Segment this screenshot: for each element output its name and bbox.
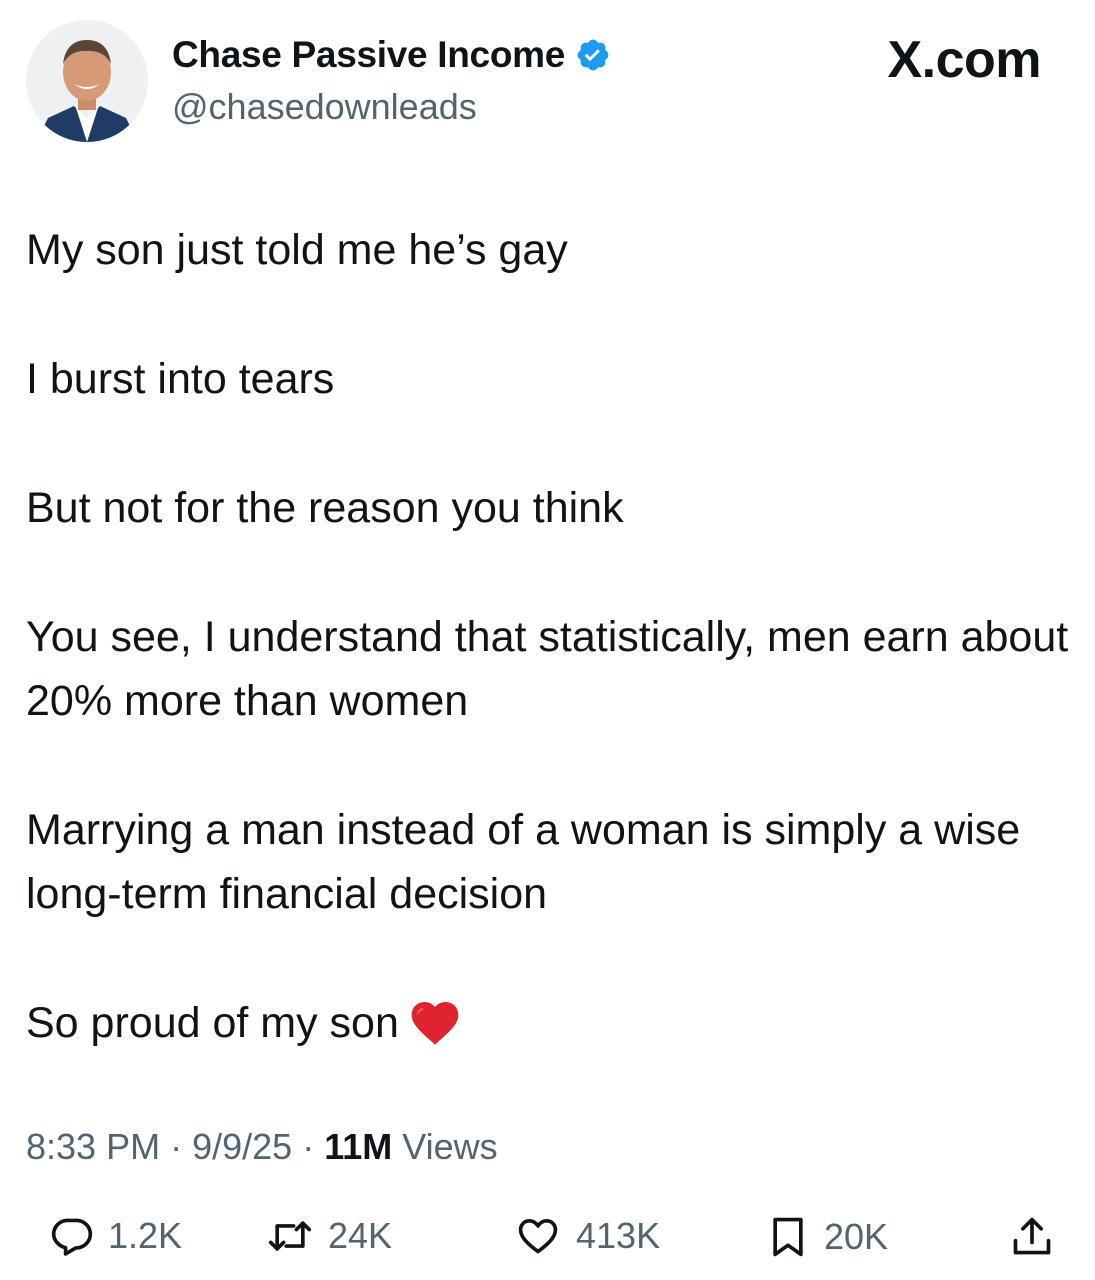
avatar[interactable] [26, 20, 148, 142]
tweet-paragraph: So proud of my son [26, 999, 399, 1047]
bookmark-button[interactable]: 20K [766, 1214, 888, 1260]
like-icon [514, 1214, 576, 1258]
tweet-meta: 8:33 PM · 9/9/25 · 11M Views [26, 1126, 498, 1168]
tweet-time[interactable]: 8:33 PM [26, 1126, 160, 1167]
tweet-paragraph: But not for the reason you think [26, 484, 624, 532]
reply-icon [50, 1214, 108, 1258]
tweet-paragraph: Marrying a man instead of a woman is sim… [26, 806, 1021, 918]
repost-count: 24K [328, 1215, 393, 1256]
repost-button[interactable]: 24K [266, 1214, 392, 1258]
tweet-date[interactable]: 9/9/25 [192, 1126, 292, 1167]
red-heart-emoji-icon [407, 995, 463, 1069]
views-count: 11M [324, 1126, 393, 1167]
views-label: Views [402, 1126, 498, 1167]
handle[interactable]: @chasedownleads [172, 86, 477, 128]
meta-separator: · [302, 1126, 325, 1167]
like-button[interactable]: 413K [514, 1214, 660, 1258]
share-icon [1010, 1214, 1068, 1260]
like-count: 413K [576, 1215, 661, 1256]
reply-count: 1.2K [108, 1215, 183, 1256]
tweet-paragraph: I burst into tears [26, 355, 335, 403]
action-bar: 1.2K 24K 413K 20K [0, 1208, 1095, 1278]
meta-separator: · [170, 1126, 193, 1167]
brand-watermark: X.com [887, 31, 1041, 89]
display-name-text: Chase Passive Income [172, 34, 565, 75]
bookmark-count: 20K [824, 1216, 889, 1257]
bookmark-icon [766, 1214, 824, 1260]
display-name[interactable]: Chase Passive Income [172, 34, 611, 76]
share-button[interactable] [1010, 1214, 1068, 1260]
tweet-paragraph-last: So proud of my son [26, 991, 1071, 1069]
verified-badge-icon [575, 37, 611, 73]
tweet-paragraph: You see, I understand that statistically… [26, 613, 1069, 725]
tweet-paragraph: My son just told me he’s gay [26, 226, 568, 274]
tweet-text: My son just told me he’s gay I burst int… [26, 218, 1071, 1134]
reply-button[interactable]: 1.2K [50, 1214, 182, 1258]
repost-icon [266, 1214, 328, 1258]
